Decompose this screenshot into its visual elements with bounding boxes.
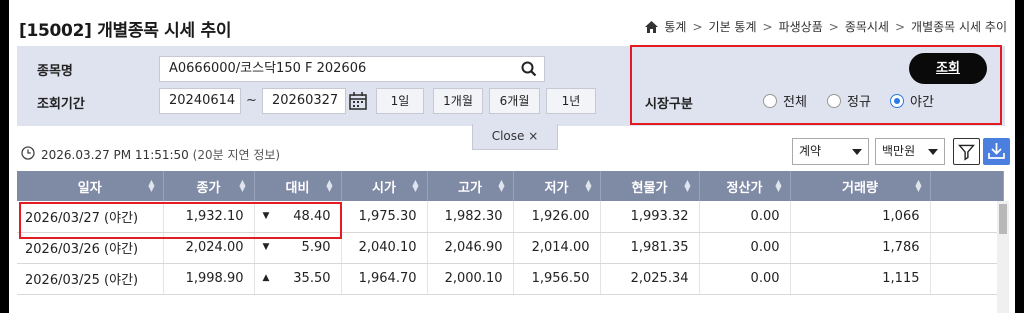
col-header-high[interactable]: 고가 ▲ ▼ — [427, 171, 514, 201]
col-header-change[interactable]: 대비 ▲ ▼ — [254, 171, 342, 201]
breadcrumb-item[interactable]: 기본 통계 — [709, 18, 757, 35]
close-panel-button[interactable]: Close × — [472, 124, 558, 150]
cell-open: 1,975.30 — [341, 201, 428, 233]
row-highlight-box — [19, 202, 342, 239]
breadcrumb-item[interactable]: 종목시세 — [845, 18, 889, 35]
radio-icon[interactable] — [827, 93, 841, 108]
range-separator: ~ — [246, 93, 257, 108]
market-label: 시장구분 — [645, 97, 693, 112]
cell-open: 2,040.10 — [341, 232, 428, 264]
down-arrow-icon: ▼ — [262, 242, 270, 252]
cell-high: 2,046.90 — [427, 232, 514, 264]
period-1month-button[interactable]: 1개월 — [433, 88, 483, 114]
breadcrumb-item[interactable]: 파생상품 — [779, 18, 823, 35]
cell-settle: 0.00 — [699, 232, 791, 264]
col-header-volume[interactable]: 거래량 ▲ ▼ — [790, 171, 931, 201]
up-arrow-icon: ▲ — [262, 273, 270, 283]
item-search-input[interactable]: A0666000/코스닥150 F 202606 — [159, 56, 545, 82]
cell-volume: 1,115 — [790, 263, 931, 295]
chevron-right-icon: > — [894, 19, 906, 34]
radio-selected-icon[interactable] — [890, 93, 904, 108]
market-radio-all[interactable]: 전체 — [763, 91, 807, 110]
cell-volume: 1,786 — [790, 232, 931, 264]
caret-down-icon — [928, 149, 938, 155]
table-row[interactable]: 2026/03/25 (야간) 1,998.90 ▲ 35.50 1,964.70… — [17, 263, 1004, 295]
cell-date: 2026/03/25 (야간) — [17, 263, 164, 295]
table-header-row: 일자 ▲ ▼ 종가 ▲ ▼ 대비 ▲ ▼ 시가 ▲ ▼ 고가 ▲ ▼ 저가 ▲ ▼ 현물가 ▲ ▼ 정산가 ▲… — [17, 171, 1004, 201]
item-label: 종목명 — [37, 64, 73, 79]
sort-icon[interactable]: ▲ ▼ — [412, 179, 418, 193]
cell-settle: 0.00 — [699, 263, 791, 295]
sort-icon[interactable]: ▲ ▼ — [585, 179, 591, 193]
chevron-right-icon: > — [692, 19, 703, 34]
app-window: [15002] 개별종목 시세 추이 통계 > 기본 통계 > 파생상품 > 종… — [9, 0, 1015, 313]
radio-label: 전체 — [783, 95, 807, 110]
col-header-open[interactable]: 시가 ▲ ▼ — [341, 171, 428, 201]
unit-select-value: 백만원 — [882, 144, 916, 158]
period-1year-button[interactable]: 1년 — [546, 88, 596, 114]
market-radio-night[interactable]: 야간 — [890, 91, 934, 110]
col-header-spacer — [930, 171, 1004, 201]
period-6month-button[interactable]: 6개월 — [489, 88, 540, 114]
type-select-value: 계약 — [799, 144, 822, 158]
radio-label: 야간 — [910, 95, 934, 110]
breadcrumb-item[interactable]: 통계 — [664, 18, 686, 35]
sort-icon[interactable]: ▲ ▼ — [326, 179, 332, 193]
cell-change: ▲ 35.50 — [254, 263, 342, 295]
period-label: 조회기간 — [37, 97, 85, 112]
end-date-input[interactable]: 20260327 — [262, 88, 346, 114]
sort-icon[interactable]: ▲ ▼ — [915, 179, 921, 193]
col-header-date[interactable]: 일자 ▲ ▼ — [17, 171, 164, 201]
cell-high: 1,982.30 — [427, 201, 514, 233]
breadcrumb: 통계 > 기본 통계 > 파생상품 > 종목시세 > 개별종목 시세 추이 — [645, 18, 1007, 35]
breadcrumb-item: 개별종목 시세 추이 — [911, 20, 1007, 34]
page-title: [15002] 개별종목 시세 추이 — [19, 21, 232, 41]
cell-close: 1,998.90 — [163, 263, 255, 295]
cell-low: 1,956.50 — [513, 263, 601, 295]
cell-spacer — [930, 232, 1004, 264]
scrollbar-thumb[interactable] — [999, 204, 1007, 234]
caret-down-icon — [852, 149, 862, 155]
period-1day-button[interactable]: 1일 — [376, 88, 424, 114]
sort-icon[interactable]: ▲ ▼ — [148, 179, 154, 193]
col-header-close[interactable]: 종가 ▲ ▼ — [163, 171, 255, 201]
col-header-low[interactable]: 저가 ▲ ▼ — [513, 171, 601, 201]
cell-settle: 0.00 — [699, 201, 791, 233]
cell-spacer — [930, 263, 1004, 295]
cell-volume: 1,066 — [790, 201, 931, 233]
col-header-spot[interactable]: 현물가 ▲ ▼ — [600, 171, 700, 201]
unit-select[interactable]: 백만원 — [875, 138, 945, 165]
cell-high: 2,000.10 — [427, 263, 514, 295]
radio-icon[interactable] — [763, 93, 777, 108]
type-select[interactable]: 계약 — [792, 138, 869, 165]
chevron-right-icon: > — [828, 19, 839, 34]
filter-icon[interactable] — [953, 138, 980, 165]
col-header-settle[interactable]: 정산가 ▲ ▼ — [699, 171, 791, 201]
sort-icon[interactable]: ▲ ▼ — [684, 179, 690, 193]
vertical-scrollbar[interactable] — [997, 201, 1009, 313]
timestamp: 2026.03.27 PM 11:51:50 (20분 지연 정보) — [41, 148, 281, 162]
clock-icon — [21, 146, 35, 160]
radio-label: 정규 — [847, 95, 871, 110]
cell-spot: 1,981.35 — [600, 232, 700, 264]
calendar-icon[interactable] — [347, 90, 369, 112]
search-icon[interactable] — [521, 61, 537, 77]
home-icon[interactable] — [645, 20, 659, 33]
sort-icon[interactable]: ▲ ▼ — [239, 179, 245, 193]
delay-note: (20분 지연 정보) — [192, 148, 281, 162]
cell-low: 2,014.00 — [513, 232, 601, 264]
sort-icon[interactable]: ▲ ▼ — [498, 179, 504, 193]
start-date-input[interactable]: 20240614 — [159, 88, 241, 114]
sort-icon[interactable]: ▲ ▼ — [775, 179, 781, 193]
market-radio-regular[interactable]: 정규 — [827, 91, 871, 110]
cell-open: 1,964.70 — [341, 263, 428, 295]
cell-spot: 1,993.32 — [600, 201, 700, 233]
cell-spacer — [930, 201, 1004, 233]
cell-low: 1,926.00 — [513, 201, 601, 233]
download-icon[interactable] — [983, 138, 1010, 165]
query-button[interactable]: 조회 — [909, 53, 987, 84]
chevron-right-icon: > — [762, 19, 773, 34]
cell-spot: 2,025.34 — [600, 263, 700, 295]
